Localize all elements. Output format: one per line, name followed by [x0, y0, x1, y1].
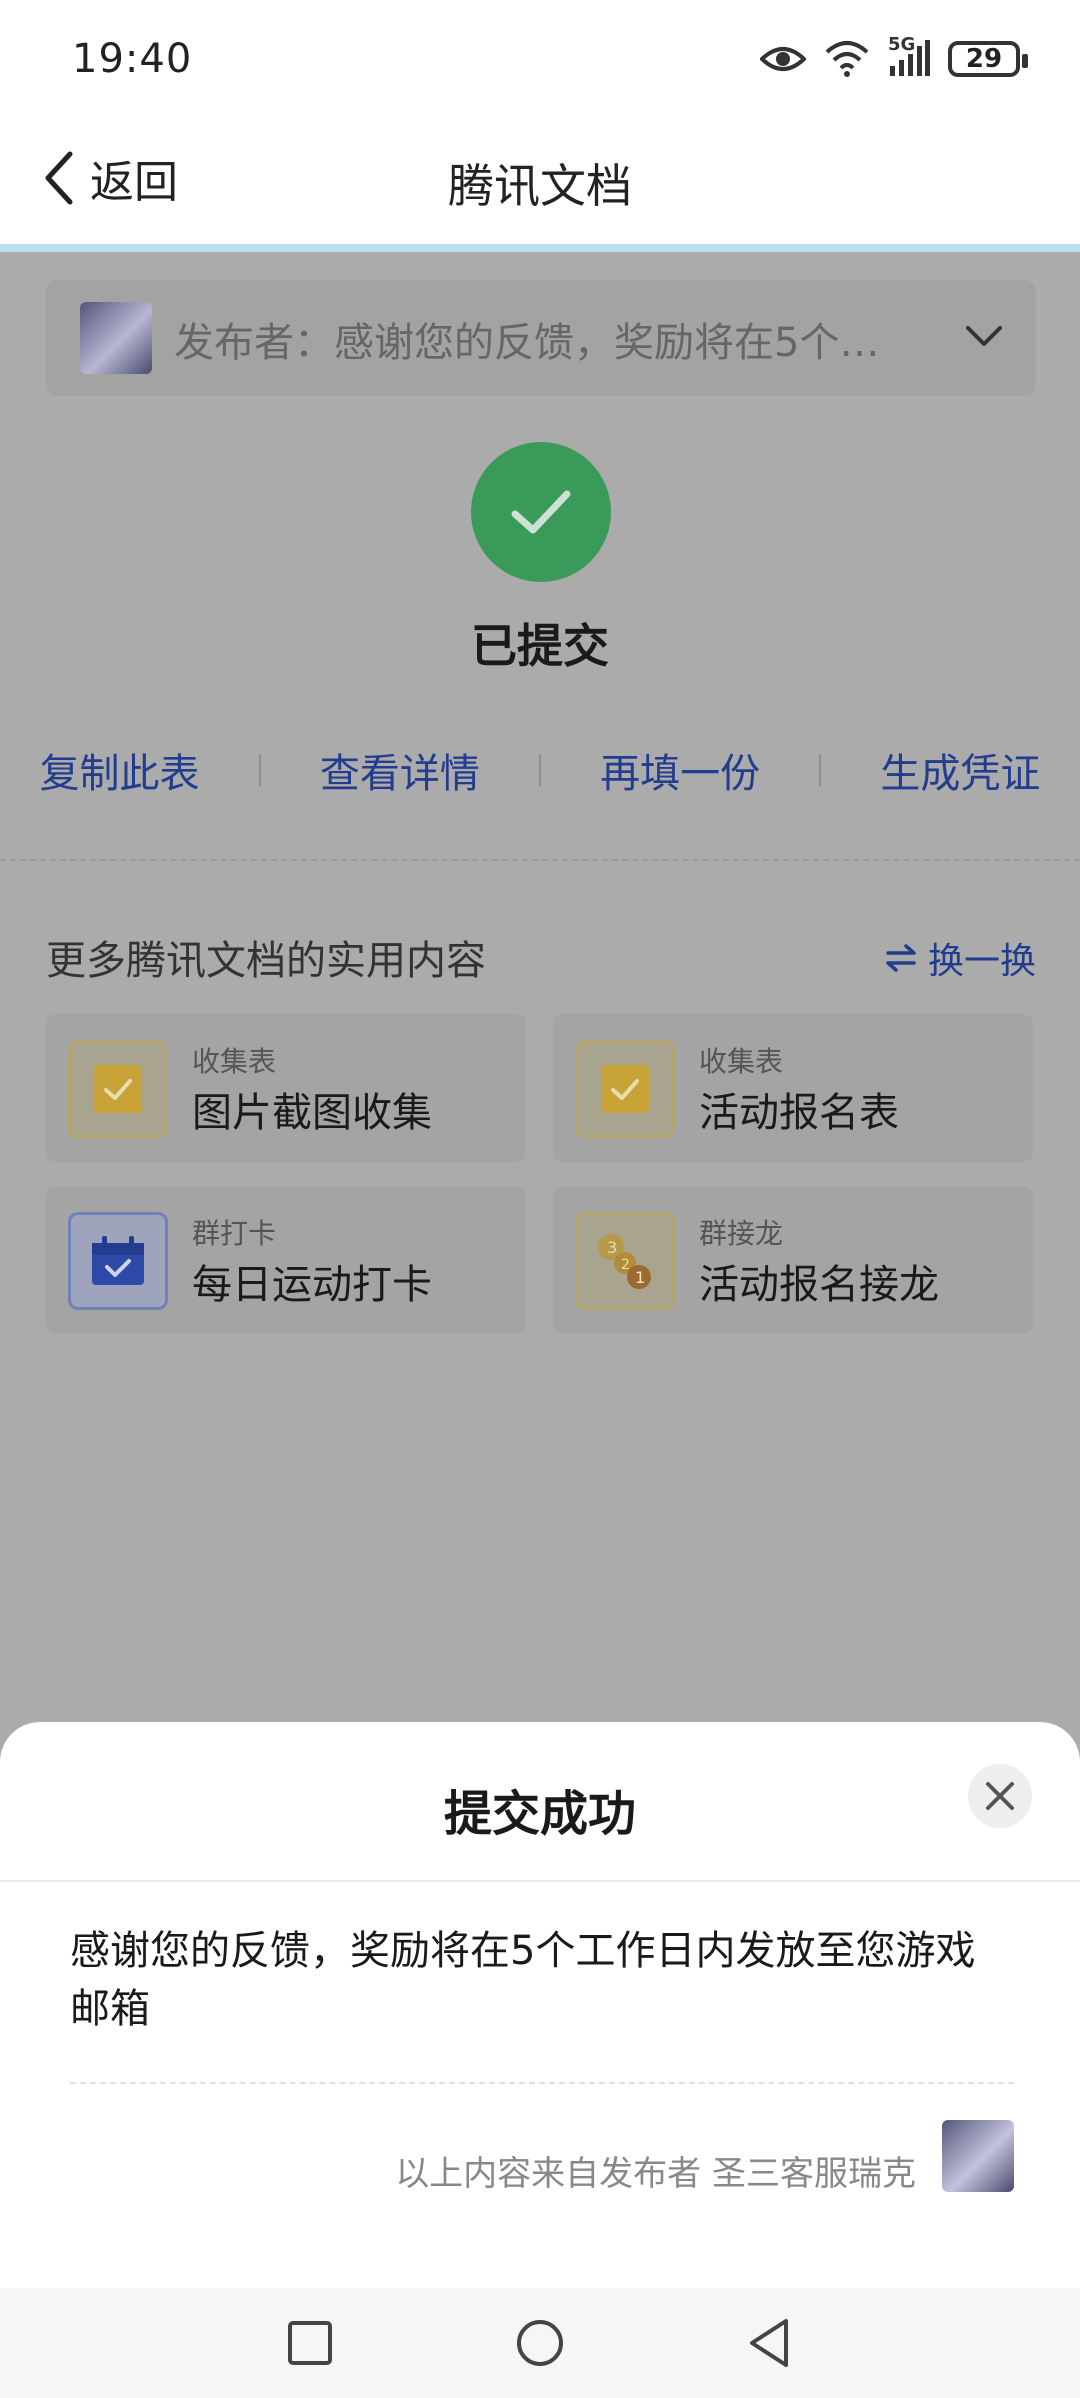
action-row: 复制此表 查看详情 再填一份 生成凭证: [0, 730, 1080, 810]
chevron-down-icon: [966, 326, 1002, 346]
card-category: 群打卡: [192, 1217, 277, 1250]
template-card-daily-exercise[interactable]: 群打卡 每日运动打卡: [46, 1186, 526, 1334]
swap-label: 换一换: [927, 941, 1036, 982]
fill-again-link[interactable]: 再填一份: [600, 741, 760, 799]
divider: [538, 754, 541, 786]
swap-button[interactable]: 换一换: [884, 932, 1036, 984]
status-bar: 19:40 5G 29: [0, 0, 1080, 120]
card-name: 每日运动打卡: [192, 1262, 432, 1308]
network-label: 5G: [888, 34, 916, 55]
publisher-text: 发布者：感谢您的反馈，奖励将在5个…: [174, 320, 880, 366]
system-nav-bar: [0, 2288, 1080, 2398]
home-icon[interactable]: [514, 2317, 566, 2369]
copy-form-link[interactable]: 复制此表: [40, 741, 200, 799]
nav-bar: 返回 腾讯文档: [0, 120, 1080, 244]
publisher-bar[interactable]: 发布者：感谢您的反馈，奖励将在5个…: [46, 280, 1036, 396]
sheet-dashed-divider: [70, 2082, 1014, 2084]
swap-icon: [886, 944, 916, 972]
status-time: 19:40: [72, 36, 193, 82]
back-nav-icon[interactable]: [746, 2317, 794, 2369]
calendar-icon: [68, 1212, 168, 1310]
page-load-strip: [0, 244, 1080, 252]
battery-level: 29: [965, 44, 1003, 74]
recents-icon[interactable]: [286, 2319, 334, 2367]
template-card-event-signup[interactable]: 收集表 活动报名表: [553, 1014, 1033, 1162]
number-bubbles-icon: 3 2 1: [575, 1212, 675, 1310]
svg-text:3: 3: [607, 1238, 617, 1257]
submitted-status: 已提交: [471, 619, 609, 673]
card-name: 活动报名接龙: [699, 1262, 939, 1308]
success-check-icon: [471, 442, 611, 582]
publisher-avatar: [942, 2120, 1014, 2192]
checkbox-icon: [68, 1040, 168, 1138]
battery-icon: 29: [948, 41, 1028, 77]
close-icon: [986, 1782, 1014, 1810]
svg-text:2: 2: [621, 1257, 630, 1273]
submit-success-sheet: 提交成功 感谢您的反馈，奖励将在5个工作日内发放至您游戏邮箱 以上内容来自发布者…: [0, 1722, 1080, 2288]
sheet-divider: [0, 1880, 1080, 1882]
form-result-content: 发布者：感谢您的反馈，奖励将在5个… 已提交 复制此表 查看详情 再填一份 生成…: [0, 252, 1080, 1722]
publisher-avatar: [80, 302, 152, 374]
generate-receipt-link[interactable]: 生成凭证: [880, 741, 1040, 799]
svg-text:1: 1: [635, 1268, 645, 1287]
card-category: 收集表: [699, 1045, 784, 1078]
card-name: 图片截图收集: [192, 1090, 432, 1136]
more-content-title: 更多腾讯文档的实用内容: [46, 938, 486, 984]
template-card-signup-relay[interactable]: 3 2 1 群接龙 活动报名接龙: [553, 1186, 1033, 1334]
wifi-icon: [825, 41, 869, 77]
close-button[interactable]: [968, 1764, 1032, 1828]
sheet-message: 感谢您的反馈，奖励将在5个工作日内发放至您游戏邮箱: [70, 1928, 976, 2032]
page-title: 腾讯文档: [448, 159, 632, 213]
divider: [819, 754, 822, 786]
template-card-image-collect[interactable]: 收集表 图片截图收集: [46, 1014, 526, 1162]
view-details-link[interactable]: 查看详情: [320, 741, 480, 799]
status-icons: 5G 29: [760, 34, 1028, 78]
divider: [258, 754, 261, 786]
checkbox-icon: [575, 1040, 675, 1138]
sheet-title: 提交成功: [443, 1786, 636, 1842]
section-divider: [0, 859, 1080, 861]
card-name: 活动报名表: [699, 1090, 899, 1136]
publisher-source: 以上内容来自发布者 圣三客服瑞克: [395, 2154, 916, 2194]
eye-icon: [760, 47, 806, 71]
card-category: 群接龙: [699, 1217, 784, 1250]
signal-indicator: 5G: [888, 34, 930, 78]
card-category: 收集表: [192, 1045, 277, 1078]
